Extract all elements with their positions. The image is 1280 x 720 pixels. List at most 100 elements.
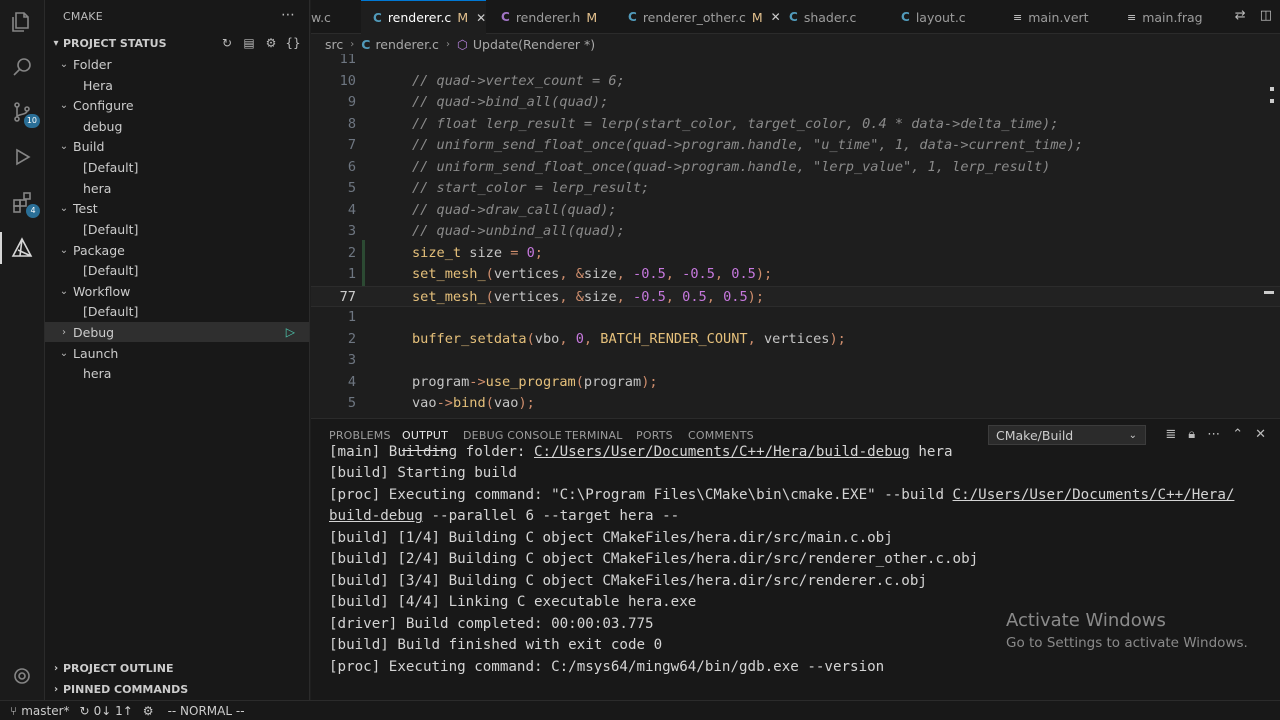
- sync-status[interactable]: ↻ 0↓ 1↑: [80, 704, 133, 718]
- overview-ruler-cursor: [1264, 291, 1274, 294]
- source-control-icon[interactable]: 10: [8, 98, 40, 128]
- tree-launch[interactable]: ⌄ Launch: [45, 343, 309, 363]
- tree-debug[interactable]: › Debug ▷: [45, 322, 309, 342]
- debug-icon: ⚙: [142, 703, 154, 718]
- clear-output-icon[interactable]: ≣: [1165, 427, 1176, 442]
- line-number: 4: [347, 373, 356, 390]
- lock-icon[interactable]: 🔒︎: [1188, 427, 1195, 442]
- code-line[interactable]: 3: [311, 350, 1280, 372]
- tab-w-c[interactable]: w.c: [311, 0, 361, 34]
- code-editor[interactable]: 11 10// quad->vertex_count = 6; 9// quad->…: [311, 54, 1280, 414]
- close-panel-icon[interactable]: ✕: [1255, 427, 1266, 442]
- code-line[interactable]: 4 program->use_program(program);: [311, 372, 1280, 394]
- code-text: buffer_setdata(vbo, 0, BATCH_RENDER_COUN…: [412, 330, 846, 347]
- tree-configure[interactable]: ⌄ Configure: [45, 95, 309, 115]
- line-number: 2: [347, 244, 356, 261]
- run-debug-icon[interactable]: [8, 143, 36, 171]
- debug-run-icon[interactable]: ▷: [286, 325, 295, 339]
- close-icon[interactable]: ✕: [476, 11, 486, 25]
- code-text: // quad->vertex_count = 6;: [412, 72, 625, 89]
- tab-layout-c[interactable]: C layout.c: [889, 0, 989, 34]
- overview-ruler-mark: [1270, 87, 1274, 91]
- code-line[interactable]: 7 // uniform_send_float_once(quad->progra…: [311, 135, 1280, 157]
- tree-workflow[interactable]: ⌄ Workflow: [45, 281, 309, 301]
- more-actions-icon[interactable]: ⋯: [1207, 427, 1220, 442]
- compare-icon[interactable]: ⇄: [1235, 8, 1246, 23]
- tab-renderer-h[interactable]: C renderer.h M: [489, 0, 609, 34]
- project-outline-header[interactable]: › PROJECT OUTLINE: [49, 659, 307, 677]
- code-text: // start_color = lerp_result;: [412, 180, 650, 196]
- breadcrumb-symbol[interactable]: Update(Renderer *): [473, 37, 595, 52]
- breadcrumb: src › C renderer.c › ⬡ Update(Renderer *…: [311, 34, 1280, 54]
- line-number: 9: [347, 94, 356, 110]
- tree-folder-value[interactable]: Hera: [45, 75, 309, 95]
- cmake-icon[interactable]: [8, 234, 36, 262]
- chevron-down-icon: ⌄: [59, 347, 69, 359]
- tree-test[interactable]: ⌄ Test: [45, 198, 309, 218]
- open-file-icon[interactable]: ▤: [241, 35, 257, 51]
- chevron-down-icon: ⌄: [59, 140, 69, 152]
- output-line: [build] [1/4] Building C object CMakeFil…: [329, 530, 893, 546]
- chevron-right-icon: ›: [62, 326, 66, 338]
- tab-main-frag[interactable]: ≡ main.frag: [1115, 0, 1220, 34]
- tab-main-vert[interactable]: ≡ main.vert: [1001, 0, 1111, 34]
- chevron-down-icon: ⌄: [59, 58, 69, 70]
- source-control-badge: 10: [23, 114, 40, 128]
- code-line[interactable]: 2 buffer_setdata(vbo, 0, BATCH_RENDER_COU…: [311, 329, 1280, 351]
- code-line[interactable]: 9 // quad->bind_all(quad);: [311, 92, 1280, 114]
- breadcrumb-file[interactable]: renderer.c: [375, 37, 439, 52]
- activity-bar: 10 4: [0, 0, 45, 700]
- tab-renderer-other-c[interactable]: C renderer_other.c M ✕: [616, 0, 781, 34]
- tree-workflow-preset[interactable]: [Default]: [45, 301, 309, 321]
- refresh-icon[interactable]: ↻: [219, 35, 235, 51]
- output-line: [build] Build finished with exit code 0: [329, 637, 663, 653]
- tree-package[interactable]: ⌄ Package: [45, 240, 309, 260]
- chevron-right-icon: ›: [350, 38, 355, 50]
- explorer-icon[interactable]: [8, 8, 36, 36]
- code-line[interactable]: 6 // uniform_send_float_once(quad->progra…: [311, 157, 1280, 179]
- code-line[interactable]: 1: [311, 307, 1280, 329]
- code-line[interactable]: 77 set_mesh_(vertices, &size, -0.5, 0.5, …: [311, 285, 1280, 307]
- tab-shader-c[interactable]: C shader.c: [777, 0, 877, 34]
- tree-build[interactable]: ⌄ Build: [45, 136, 309, 156]
- function-icon: ⬡: [456, 36, 468, 52]
- more-actions-icon[interactable]: ⋯: [281, 7, 295, 23]
- code-line[interactable]: 2 size_t size = 0;: [311, 243, 1280, 265]
- settings-gear-icon[interactable]: [8, 662, 36, 690]
- braces-icon[interactable]: {}: [285, 35, 301, 51]
- code-line[interactable]: 8 // float lerp_result = lerp(start_color…: [311, 114, 1280, 136]
- breadcrumb-folder[interactable]: src: [325, 37, 343, 52]
- maximize-panel-icon[interactable]: ⌃: [1232, 427, 1243, 442]
- chevron-down-icon: ⌄: [1128, 429, 1137, 441]
- code-line[interactable]: 10 // quad->vertex_count = 6;: [311, 71, 1280, 93]
- activate-windows-subtitle: Go to Settings to activate Windows.: [1006, 635, 1248, 651]
- project-status-title: PROJECT STATUS: [63, 36, 167, 50]
- pinned-commands-header[interactable]: › PINNED COMMANDS: [49, 680, 307, 698]
- tree-configure-value[interactable]: debug: [45, 116, 309, 136]
- tree-launch-target[interactable]: hera: [45, 363, 309, 383]
- debug-status[interactable]: ⚙: [143, 704, 154, 718]
- extensions-icon[interactable]: 4: [8, 188, 40, 218]
- code-line[interactable]: 3 // quad->unbind_all(quad);: [311, 221, 1280, 243]
- settings-icon[interactable]: ⚙: [263, 35, 279, 51]
- tree-build-preset[interactable]: [Default]: [45, 157, 309, 177]
- code-line[interactable]: 11: [311, 54, 1280, 71]
- output-line: build-debug --parallel 6 --target hera -…: [329, 508, 680, 524]
- tab-renderer-c[interactable]: C renderer.c M ✕: [361, 0, 486, 34]
- output-line: [build] [2/4] Building C object CMakeFil…: [329, 551, 979, 567]
- tree-build-target[interactable]: hera: [45, 178, 309, 198]
- code-text: size_t size = 0;: [412, 244, 543, 261]
- split-editor-icon[interactable]: ◫: [1260, 8, 1272, 23]
- c-file-icon: C: [789, 10, 798, 24]
- code-line[interactable]: 1 set_mesh_(vertices, &size, -0.5, -0.5, …: [311, 264, 1280, 286]
- tree-test-preset[interactable]: [Default]: [45, 219, 309, 239]
- chevron-down-icon: ⌄: [59, 99, 69, 111]
- tree-package-preset[interactable]: [Default]: [45, 260, 309, 280]
- tree-folder[interactable]: ⌄ Folder: [45, 54, 309, 74]
- code-line[interactable]: 5 // start_color = lerp_result;: [311, 178, 1280, 200]
- code-line[interactable]: 5 vao->bind(vao);: [311, 393, 1280, 414]
- search-icon[interactable]: [8, 53, 36, 81]
- output-channel-select[interactable]: CMake/Build ⌄: [988, 425, 1146, 445]
- code-line[interactable]: 4 // quad->draw_call(quad);: [311, 200, 1280, 222]
- branch-status[interactable]: ⑂ master*: [10, 704, 70, 718]
